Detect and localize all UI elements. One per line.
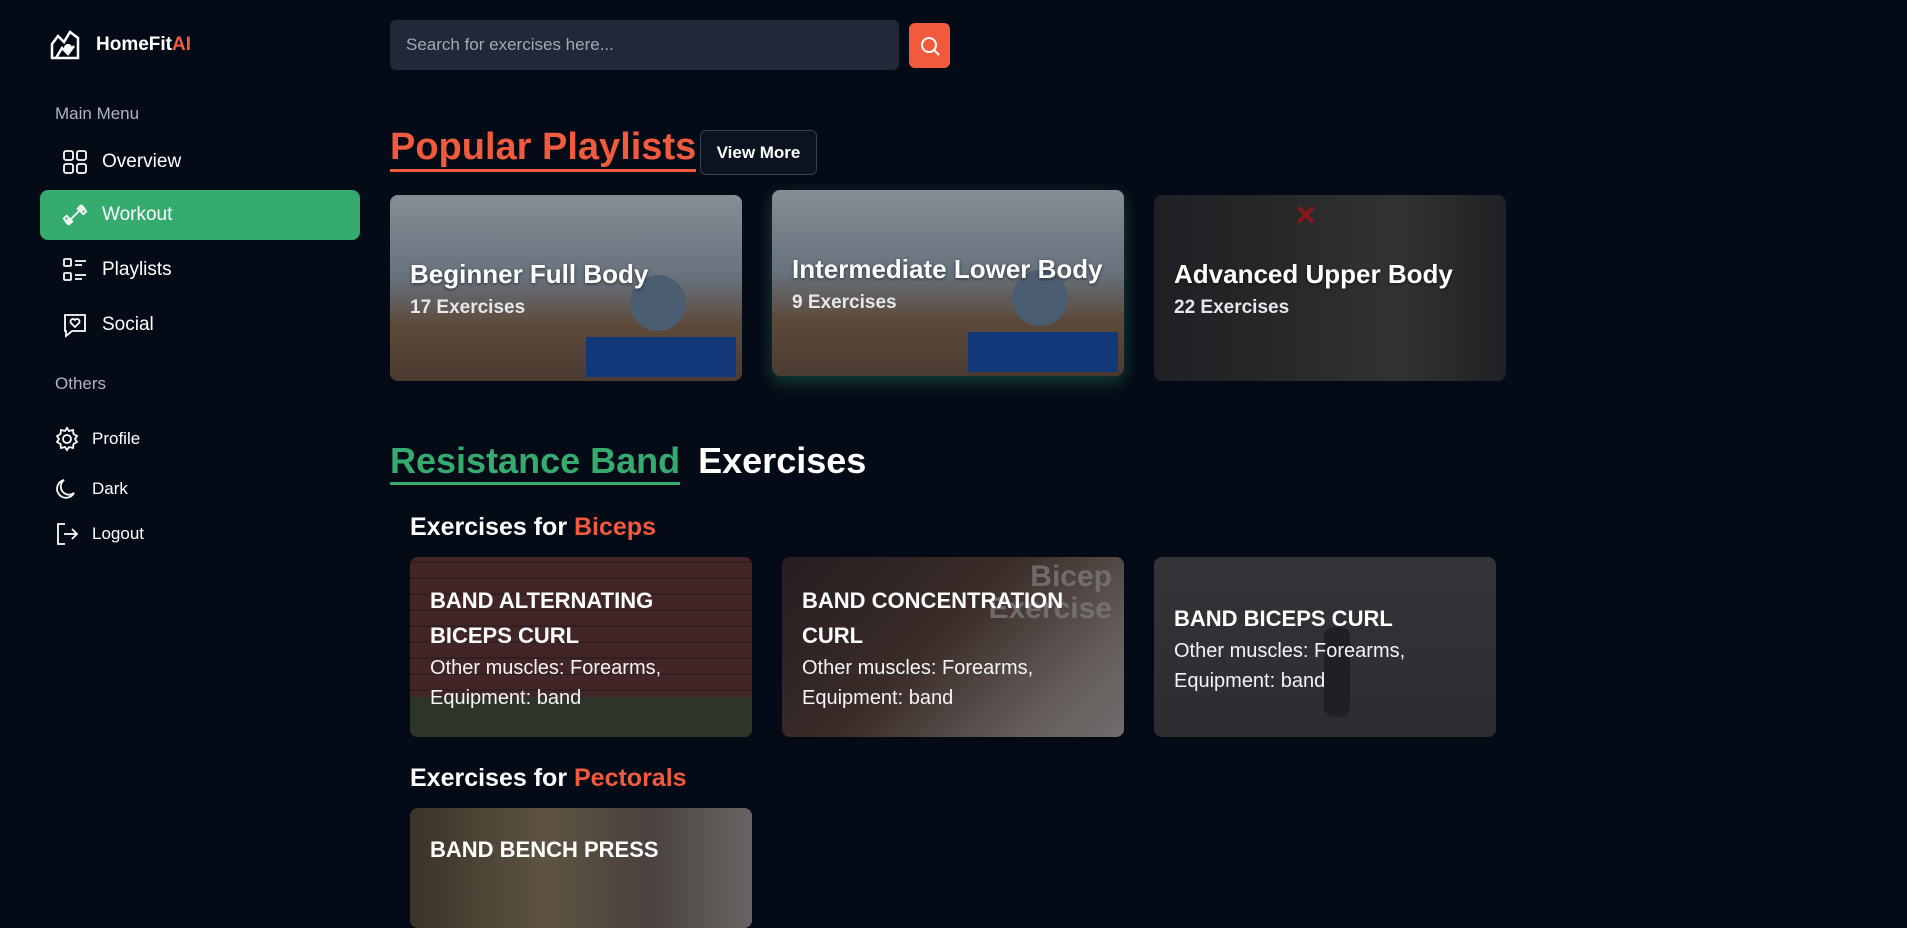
exercise-card[interactable]: BAND BICEPS CURL Other muscles: Forearms… [1154, 557, 1496, 737]
dark-mode-label: Dark [92, 479, 128, 498]
exercise-card[interactable]: BAND ALTERNATING BICEPS CURL Other muscl… [410, 557, 752, 737]
resistance-band-title: Resistance Band Exercises [390, 440, 866, 485]
playlist-title: Intermediate Lower Body [792, 254, 1103, 284]
exercise-muscles: Other muscles: Forearms, [1174, 640, 1406, 662]
exercise-muscles: Other muscles: Forearms, [430, 657, 662, 679]
exercise-name: BAND ALTERNATING BICEPS CURL [430, 588, 654, 648]
exercise-card[interactable]: BicepExercise BAND CONCENTRATION CURL Ot… [782, 557, 1124, 737]
dark-mode-toggle[interactable]: Dark [54, 476, 128, 502]
exercise-name: BAND BENCH PRESS [430, 837, 659, 862]
playlist-count: 17 Exercises [410, 297, 526, 318]
exercise-muscles: Other muscles: Forearms, [802, 657, 1034, 679]
others-heading: Others [55, 374, 107, 393]
main-menu-heading: Main Menu [55, 104, 140, 123]
playlist-title: Advanced Upper Body [1174, 259, 1453, 289]
biceps-group-title: Exercises for Biceps [410, 513, 656, 541]
exercise-card[interactable]: BAND BENCH PRESS [410, 808, 752, 928]
sidebar-item-workout[interactable]: Workout [40, 190, 360, 240]
sidebar-item-label: Playlists [102, 259, 172, 280]
search-bar [390, 20, 950, 70]
dumbbell-icon [62, 204, 88, 226]
search-button[interactable] [909, 23, 950, 68]
logo-icon [50, 30, 80, 60]
playlist-card[interactable]: Intermediate Lower Body 9 Exercises [772, 190, 1124, 376]
sidebar-item-label: Social [102, 314, 154, 335]
view-more-button[interactable]: View More [700, 130, 817, 175]
list-icon [63, 258, 86, 281]
sidebar-item-overview[interactable]: Overview [40, 137, 360, 187]
search-icon [920, 36, 940, 56]
sidebar-item-social[interactable]: Social [40, 300, 360, 350]
playlist-count: 22 Exercises [1174, 297, 1290, 318]
logout-button[interactable]: Logout [54, 521, 144, 547]
profile-label: Profile [92, 429, 141, 448]
search-input[interactable] [390, 20, 899, 70]
exercise-name: BAND BICEPS CURL [1174, 606, 1393, 631]
playlist-card[interactable]: ✕ Advanced Upper Body 22 Exercises [1154, 195, 1506, 381]
sidebar-item-label: Overview [102, 151, 182, 172]
playlist-card[interactable]: Beginner Full Body 17 Exercises [390, 195, 742, 381]
sidebar: HomeFitAI Main Menu Overview Workout Pla… [0, 0, 360, 882]
logout-icon [57, 523, 79, 545]
logout-label: Logout [92, 524, 144, 543]
app-logo[interactable]: HomeFitAI [48, 28, 191, 62]
exercise-equipment: Equipment: band [430, 687, 582, 709]
exercise-equipment: Equipment: band [802, 687, 954, 709]
moon-icon [56, 479, 75, 499]
gear-icon [55, 426, 79, 452]
popular-playlists-title: Popular Playlists [390, 126, 697, 172]
playlist-title: Beginner Full Body [410, 259, 649, 289]
profile-link[interactable]: Profile [54, 426, 140, 452]
sidebar-item-playlists[interactable]: Playlists [40, 245, 360, 295]
sidebar-item-label: Workout [102, 204, 173, 225]
grid-icon [63, 150, 87, 174]
playlist-count: 9 Exercises [792, 292, 897, 313]
exercise-equipment: Equipment: band [1174, 670, 1326, 692]
app-name: HomeFitAI [96, 34, 191, 55]
pectorals-group-title: Exercises for Pectorals [410, 764, 687, 792]
exercise-name: BAND CONCENTRATION CURL [802, 588, 1064, 648]
chat-heart-icon [64, 314, 86, 338]
